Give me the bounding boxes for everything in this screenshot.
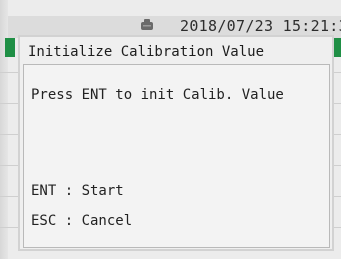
status-datetime: 2018/07/23 15:21:37 — [180, 17, 341, 35]
accent-bar-right — [334, 38, 341, 57]
dialog-title: Initialize Calibration Value — [28, 44, 265, 60]
esc-cancel-hint: ESC : Cancel — [31, 213, 133, 229]
dialog-body: Press ENT to init Calib. Value ENT : Sta… — [23, 64, 330, 248]
initialize-calibration-dialog: Initialize Calibration Value Press ENT t… — [18, 35, 334, 251]
ent-start-hint: ENT : Start — [31, 183, 124, 199]
accent-bar-left — [5, 38, 15, 57]
device-screen: 2018/07/23 15:21:37 Initialize Calibrati… — [0, 0, 341, 259]
dialog-message: Press ENT to init Calib. Value — [31, 87, 284, 103]
device-icon — [141, 19, 153, 30]
